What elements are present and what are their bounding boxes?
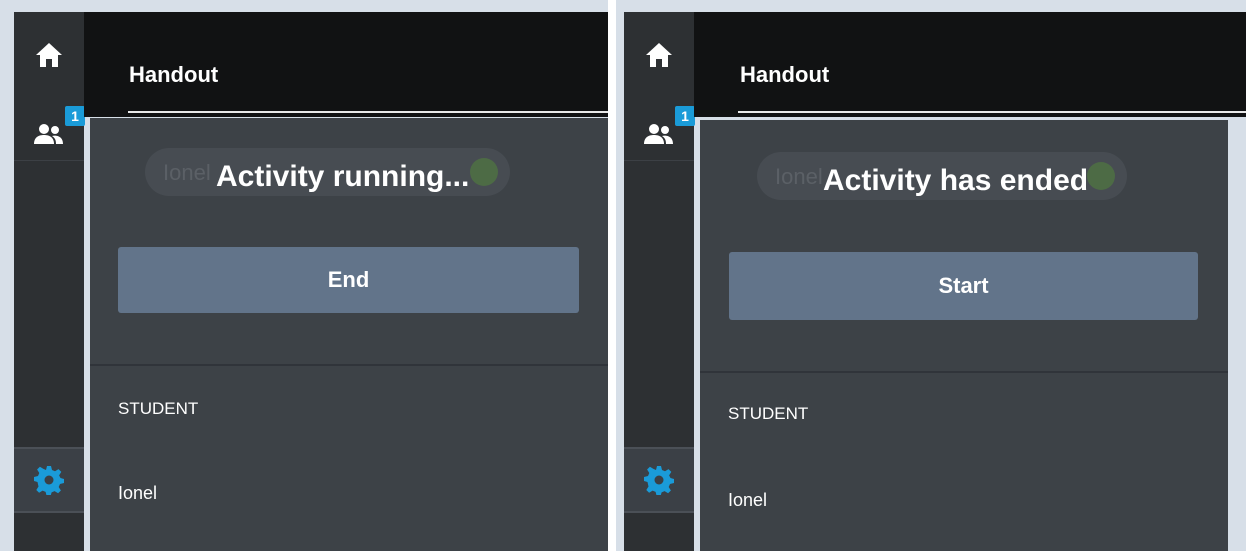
student-section-header: STUDENT bbox=[728, 404, 809, 423]
sidebar: 1 bbox=[14, 12, 85, 551]
activity-status: Activity running... bbox=[216, 160, 470, 193]
separator bbox=[608, 0, 616, 551]
student-section-header: STUDENT bbox=[118, 399, 199, 418]
gear-icon bbox=[644, 466, 674, 495]
student-list-item[interactable]: Ionel bbox=[118, 483, 157, 504]
activity-status: Activity has ended bbox=[823, 164, 1089, 197]
top-bar: Handout bbox=[694, 12, 1246, 117]
home-icon bbox=[646, 43, 672, 67]
section-divider bbox=[90, 364, 608, 366]
section-divider bbox=[700, 371, 1228, 373]
top-bar: Handout bbox=[84, 12, 608, 117]
title-underline bbox=[738, 111, 1246, 113]
activity-panel: Ionel Activity running... End STUDENT Io… bbox=[90, 118, 608, 551]
end-button[interactable]: End bbox=[118, 247, 579, 313]
ghost-student-name: Ionel bbox=[775, 164, 823, 189]
people-icon bbox=[34, 124, 63, 144]
page-title: Handout bbox=[740, 62, 830, 87]
start-button[interactable]: Start bbox=[729, 252, 1198, 320]
nav-home-button[interactable] bbox=[14, 30, 84, 80]
nav-people-button[interactable]: 1 bbox=[624, 92, 695, 161]
home-icon bbox=[36, 43, 62, 67]
title-underline bbox=[128, 111, 608, 113]
gear-icon bbox=[34, 466, 64, 495]
notification-badge: 1 bbox=[675, 106, 695, 126]
nav-settings-button[interactable] bbox=[624, 447, 694, 513]
page-title: Handout bbox=[129, 62, 219, 87]
nav-people-button[interactable]: 1 bbox=[14, 92, 85, 161]
screen-running: 1 Handout Ionel Activity running... End … bbox=[0, 0, 608, 551]
nav-settings-button[interactable] bbox=[14, 447, 84, 513]
activity-panel: Ionel Activity has ended Start STUDENT I… bbox=[700, 120, 1228, 551]
ghost-student-name: Ionel bbox=[163, 160, 211, 185]
screen-ended: 1 Handout Ionel Activity has ended Start… bbox=[616, 0, 1246, 551]
window-edge bbox=[0, 0, 14, 551]
student-list-item[interactable]: Ionel bbox=[728, 490, 767, 511]
nav-home-button[interactable] bbox=[624, 30, 694, 80]
sidebar: 1 bbox=[624, 12, 695, 551]
people-icon bbox=[644, 124, 673, 144]
notification-badge: 1 bbox=[65, 106, 85, 126]
